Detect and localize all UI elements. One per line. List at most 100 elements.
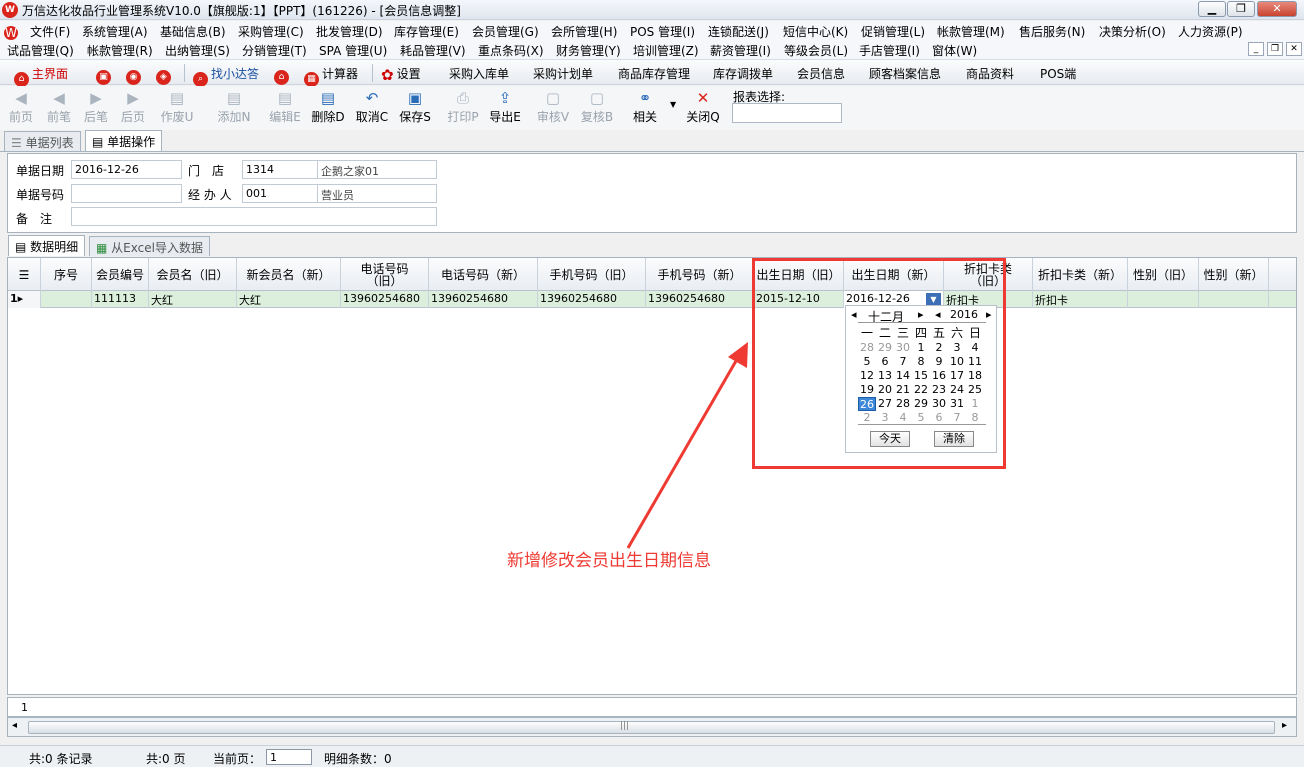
cell-gender-old[interactable] [1128,291,1199,308]
cell-mobile-new[interactable]: 13960254680 [646,291,754,308]
tab-document-list[interactable]: ☰ 单据列表 [4,131,81,151]
column-header[interactable]: 手机号码（旧） [538,258,646,291]
menu-item[interactable]: 出纳管理(S) [165,42,230,59]
menu-item[interactable]: 决策分析(O) [1099,23,1166,40]
column-header[interactable]: 电话号码（新） [429,258,538,291]
menu-item[interactable]: 基础信息(B) [160,23,226,40]
quick-link[interactable]: 商品资料 [966,65,1014,82]
scrollbar-thumb[interactable] [28,721,1275,734]
quick-link[interactable]: 库存调拨单 [713,65,773,82]
menu-item[interactable]: 会所管理(H) [551,23,617,40]
menu-item[interactable]: 手店管理(I) [859,42,920,59]
menu-item[interactable]: 帐款管理(M) [937,23,1005,40]
audit-button[interactable]: ▢ 审核V [534,88,572,128]
tab-document-operate[interactable]: ▤ 单据操作 [85,130,163,151]
report-select-input[interactable] [732,103,842,123]
handler-code-field[interactable]: 001 [242,184,318,203]
menu-item[interactable]: 财务管理(Y) [556,42,621,59]
menu-item[interactable]: 帐款管理(R) [87,42,153,59]
settings-button[interactable]: ✿ 设置 [381,65,421,84]
house-button[interactable]: ⌂ [274,65,292,85]
chevron-down-icon[interactable]: ▼ [670,100,676,109]
scroll-right-icon[interactable]: ▸ [1282,720,1287,731]
cell-name-new[interactable]: 大红 [237,291,341,308]
next-record-button[interactable]: ▶ 后笔 [77,88,115,128]
menu-item[interactable]: 窗体(W) [932,42,977,59]
menu-item[interactable]: 培训管理(Z) [633,42,699,59]
page-number[interactable]: 1 [21,701,28,714]
first-page-button[interactable]: ◀ 前页 [2,88,40,128]
prev-record-button[interactable]: ◀ 前笔 [40,88,78,128]
store-code-field[interactable]: 1314 [242,160,318,179]
delete-button[interactable]: ▤ 删除D [309,88,347,128]
chat-button[interactable]: ◉ [126,65,144,85]
cell-seq[interactable] [41,291,92,308]
current-page-input[interactable]: 1 [266,749,312,765]
cell-card-new[interactable]: 折扣卡 [1033,291,1128,308]
menu-item[interactable]: 会员管理(G) [472,23,539,40]
mdi-close-button[interactable]: ✕ [1286,42,1302,56]
quick-link[interactable]: 采购计划单 [533,65,593,82]
column-header[interactable]: 手机号码（新） [646,258,754,291]
grid-menu-icon[interactable]: ☰ [8,258,41,291]
shield-button[interactable]: ◈ [156,65,174,85]
add-button[interactable]: ▤ 添加N [215,88,253,128]
menu-item[interactable]: 短信中心(K) [783,23,848,40]
menu-item[interactable]: 库存管理(E) [394,23,459,40]
quick-link[interactable]: 商品库存管理 [618,65,690,82]
column-header[interactable]: 电话号码（旧） [341,258,429,291]
table-row[interactable]: 1▸ 111113 大红 大红 13960254680 13960254680 … [8,291,1296,308]
cell-tel-new[interactable]: 13960254680 [429,291,538,308]
edit-button[interactable]: ▤ 编辑E [266,88,304,128]
cell-mobile-old[interactable]: 13960254680 [538,291,646,308]
cell-tel-old[interactable]: 13960254680 [341,291,429,308]
related-button[interactable]: ⚭ 相关 [626,88,664,128]
column-header[interactable]: 折扣卡类（新） [1033,258,1128,291]
quick-link[interactable]: 采购入库单 [449,65,509,82]
column-header[interactable]: 会员名（旧） [149,258,237,291]
column-header[interactable]: 性别（新） [1199,258,1269,291]
menu-item[interactable]: 采购管理(C) [238,23,304,40]
doc-no-field[interactable] [71,184,182,203]
maximize-button[interactable]: ❐ [1227,1,1255,17]
menu-item[interactable]: 试品管理(Q) [7,42,74,59]
quick-link[interactable]: 顾客档案信息 [869,65,941,82]
save-button[interactable]: ▣ 保存S [396,88,434,128]
menu-item[interactable]: 人力资源(P) [1178,23,1243,40]
cell-gender-new[interactable] [1199,291,1269,308]
close-window-button[interactable]: ✕ [1257,1,1297,17]
mdi-restore-button[interactable]: ❐ [1267,42,1283,56]
menu-item[interactable]: 重点条码(X) [478,42,544,59]
quick-link[interactable]: POS端 [1040,65,1076,82]
menu-item[interactable]: 分销管理(T) [242,42,307,59]
recheck-button[interactable]: ▢ 复核B [578,88,616,128]
mdi-minimize-button[interactable]: _ [1248,42,1264,56]
column-header[interactable]: 序号 [41,258,92,291]
tab-data-detail[interactable]: ▤ 数据明细 [8,235,86,256]
cancel-button[interactable]: ↶ 取消C [353,88,391,128]
void-button[interactable]: ▤ 作废U [158,88,196,128]
remark-field[interactable] [71,207,437,226]
column-header[interactable]: 会员编号 [92,258,149,291]
menu-item[interactable]: 售后服务(N) [1019,23,1085,40]
quick-link[interactable]: 会员信息 [797,65,845,82]
menu-item[interactable]: 文件(F) [30,23,70,40]
menu-item[interactable]: 等级会员(L) [784,42,848,59]
last-page-button[interactable]: ▶ 后页 [114,88,152,128]
cell-member-no[interactable]: 111113 [92,291,149,308]
column-header[interactable]: 新会员名（新） [237,258,341,291]
menu-item[interactable]: 系统管理(A) [82,23,148,40]
print-button[interactable]: ⎙ 打印P [444,88,482,128]
find-help-button[interactable]: ⌕ 找小达答 [193,65,259,87]
close-button[interactable]: ✕ 关闭Q [684,88,722,128]
menu-item[interactable]: SPA 管理(U) [319,42,387,59]
tab-excel-import[interactable]: ▦ 从Excel导入数据 [89,236,210,256]
lock-button[interactable]: ▣ [96,65,114,85]
home-button[interactable]: ⌂ 主界面 [14,65,68,87]
scroll-left-icon[interactable]: ◂ [12,720,17,731]
horizontal-scrollbar[interactable]: ◂ ||| ▸ [7,717,1297,737]
column-header[interactable]: 性别（旧） [1128,258,1199,291]
menu-item[interactable]: POS 管理(I) [630,23,695,40]
minimize-button[interactable]: ▁ [1198,1,1226,17]
date-field[interactable]: 2016-12-26 [71,160,182,179]
